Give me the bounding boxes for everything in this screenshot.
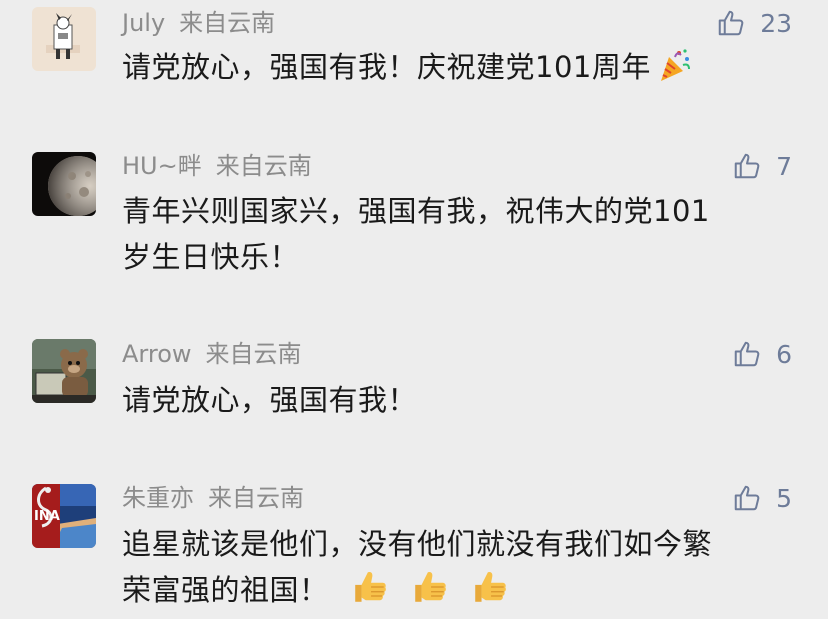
comment-body: 请党放心，强国有我！庆祝建党101周年 [122, 50, 651, 84]
username[interactable]: Arrow [122, 340, 192, 368]
like-count: 7 [776, 151, 792, 181]
dragon-avatar-icon: INA [32, 484, 96, 548]
username[interactable]: 朱重亦 [122, 484, 194, 512]
comment-header: HU~畔 来自云南 [122, 146, 312, 186]
like-count: 6 [776, 339, 792, 369]
location-label: 来自云南 [205, 340, 302, 368]
moon-avatar-icon [32, 152, 96, 216]
thumbs-up-emoji-icon [411, 568, 449, 619]
like-count: 5 [776, 483, 792, 513]
thumbs-up-icon [734, 485, 760, 511]
avatar[interactable] [32, 152, 96, 216]
thumbs-up-icon [734, 341, 760, 367]
location-label: 来自云南 [179, 9, 276, 37]
thumbs-up-emoji-icon [471, 568, 509, 619]
avatar-badge-text: INA [34, 509, 60, 524]
comment-body: 请党放心，强国有我！ [122, 383, 418, 417]
comment-header: 朱重亦 来自云南 [122, 478, 304, 518]
thumbs-up-icon [734, 153, 760, 179]
like-button[interactable]: 23 [716, 3, 792, 43]
avatar[interactable]: INA [32, 484, 96, 548]
like-button[interactable]: 7 [732, 146, 792, 186]
bear-avatar-icon [32, 339, 96, 403]
comment-line: 追星就该是他们，没有他们就没有我们如今繁 [122, 527, 713, 561]
avatar[interactable] [32, 339, 96, 403]
like-button[interactable]: 6 [732, 334, 792, 374]
like-button[interactable]: 5 [732, 478, 792, 518]
comment-line: 岁生日快乐！ [122, 240, 300, 274]
comment-text: 追星就该是他们，没有他们就没有我们如今繁 荣富强的祖国！ [122, 521, 802, 619]
comment-header: July 来自云南 [122, 3, 275, 43]
avatar[interactable] [32, 7, 96, 71]
location-label: 来自云南 [215, 152, 312, 180]
like-count: 23 [760, 8, 792, 38]
username[interactable]: July [122, 9, 165, 37]
comment-text: 青年兴则国家兴，强国有我，祝伟大的党101 岁生日快乐！ [122, 188, 802, 280]
comment-line: 荣富强的祖国！ [122, 573, 329, 607]
thumbs-up-icon [718, 10, 744, 36]
user-avatar-icon [32, 7, 96, 71]
party-popper-emoji-icon [657, 47, 693, 96]
comment-line-with-emoji: 荣富强的祖国！ [122, 567, 802, 619]
comment-text: 请党放心，强国有我！庆祝建党101周年 [122, 44, 802, 96]
comment-header: Arrow 来自云南 [122, 334, 302, 374]
thumbs-up-emoji-icon [351, 568, 389, 619]
location-label: 来自云南 [208, 484, 304, 512]
comment-text: 请党放心，强国有我！ [122, 377, 802, 423]
username[interactable]: HU~畔 [122, 152, 202, 180]
comment-line: 青年兴则国家兴，强国有我，祝伟大的党101 [122, 194, 710, 228]
